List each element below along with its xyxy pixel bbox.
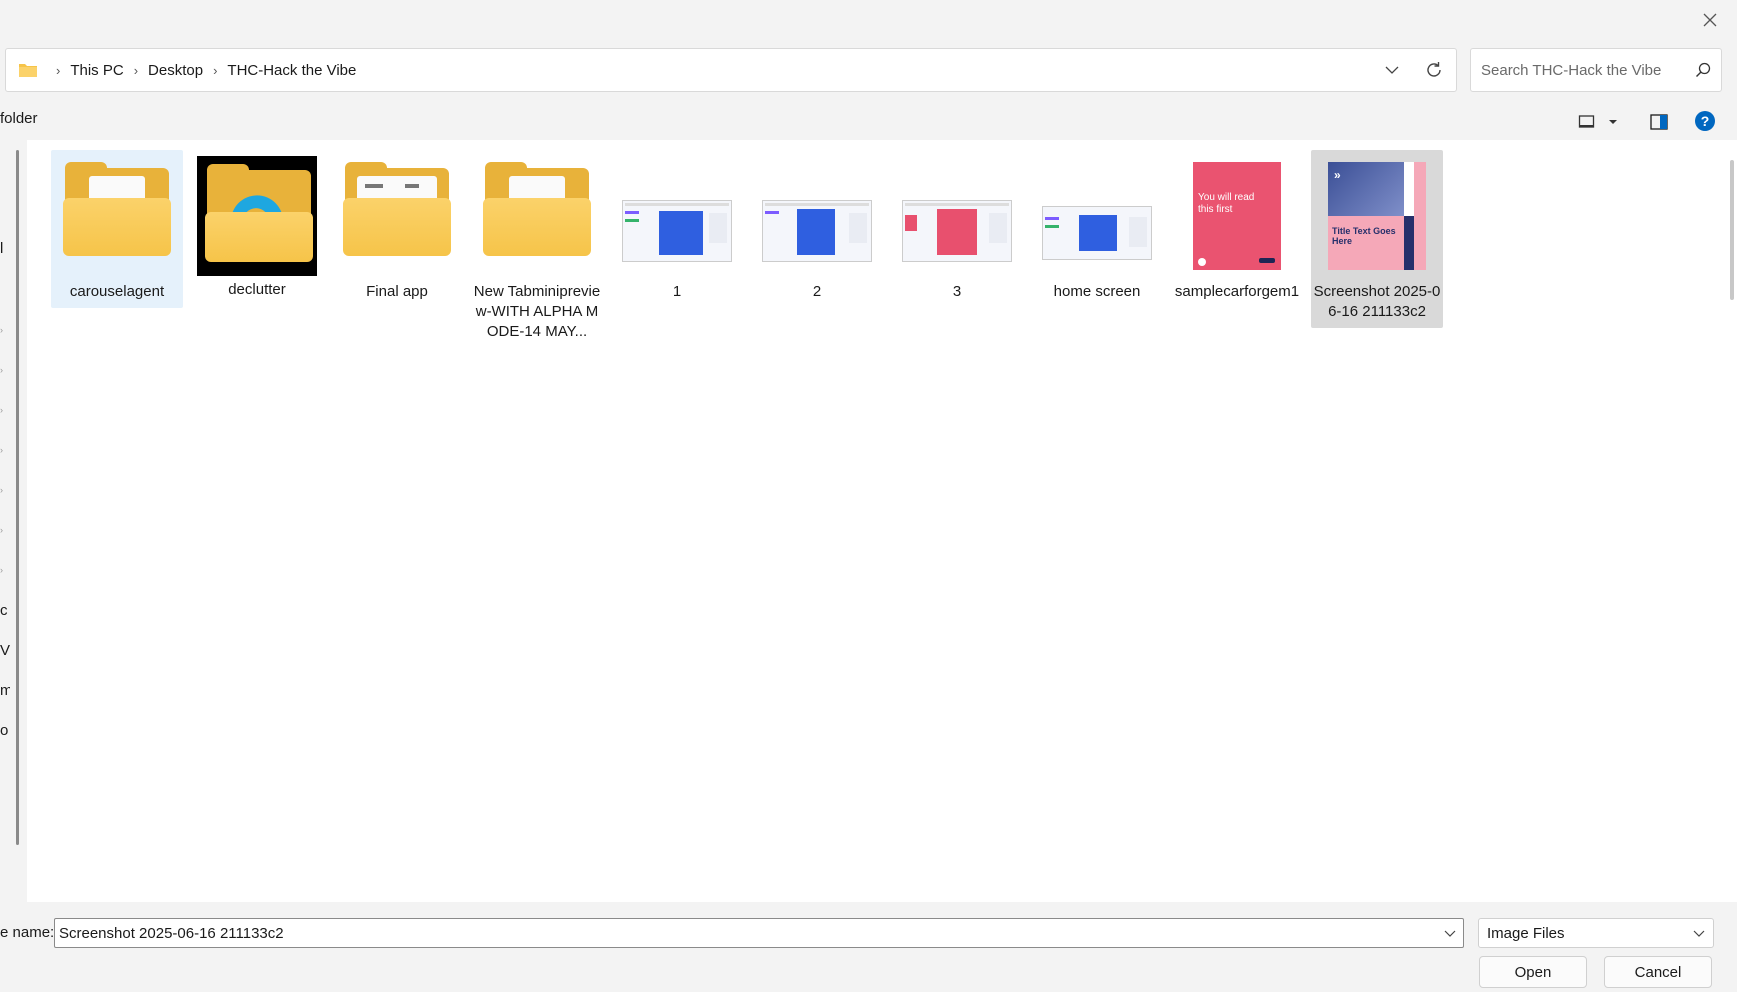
item-label: samplecarforgem1 [1174,283,1300,300]
close-icon [1703,13,1717,27]
item-label: declutter [228,281,286,298]
image-item-1[interactable]: 1 [611,150,743,308]
item-label: 1 [672,283,682,300]
chevron-down-icon [1693,930,1705,937]
image-item-2[interactable]: 2 [751,150,883,308]
nav-chevron-icon[interactable]: › [0,445,3,455]
folder-item-new-tabminipreview[interactable]: { } New Tabminipreview-WITH ALPHA MODE-1… [471,150,603,348]
file-type-value: Image Files [1487,924,1565,942]
close-button[interactable] [1690,6,1730,34]
image-item-samplecarforgem1[interactable]: You will read this first samplecarforgem… [1171,150,1303,308]
folder-item-declutter[interactable]: declutter [191,150,323,306]
address-history-dropdown[interactable] [1372,50,1412,90]
preview-pane-button[interactable] [1646,110,1672,134]
thumbnail-text: this first [1198,204,1233,215]
folder-icon [18,59,40,81]
address-bar[interactable]: › This PC › Desktop › THC-Hack the Vibe [5,48,1457,92]
help-icon: ? [1695,111,1715,131]
file-type-select[interactable]: Image Files [1478,918,1714,948]
new-folder-button[interactable]: folder [0,110,38,127]
view-icon [1578,115,1595,128]
file-name-input[interactable] [55,924,1437,942]
item-label: Screenshot 2025-06-16 211133c2 [1313,283,1441,320]
image-item-screenshot-2025-06-16[interactable]: Title Text Goes Here » Screenshot 2025-0… [1311,150,1443,328]
file-name-dropdown[interactable] [1437,919,1463,947]
thumbnail-text: You will read [1198,192,1255,203]
caret-down-icon [1609,120,1617,124]
chevron-right-icon: › [133,62,139,78]
chevron-right-icon: › [56,62,61,78]
content-scrollbar[interactable] [1730,160,1734,300]
item-label: Final app [366,283,428,300]
svg-text:?: ? [1701,113,1710,129]
item-label: carouselagent [69,283,165,300]
open-button[interactable]: Open [1479,956,1587,988]
chevron-down-icon [1444,930,1456,937]
image-item-home-screen[interactable]: home screen [1031,150,1163,308]
image-thumbnail [1035,154,1159,278]
file-name-field[interactable] [54,918,1464,948]
folder-item-carouselagent[interactable]: JS carouselagent [51,150,183,308]
image-item-3[interactable]: 3 [891,150,1023,308]
nav-chevron-icon[interactable]: › [0,485,3,495]
folder-icon [197,156,317,276]
nav-item[interactable]: m [0,682,10,699]
nav-item[interactable]: o [0,722,10,739]
refresh-icon [1427,62,1441,77]
image-thumbnail [755,154,879,278]
image-thumbnail: Title Text Goes Here » [1315,154,1439,278]
refresh-button[interactable] [1412,50,1456,90]
folder-icon: JS [55,154,179,278]
nav-chevron-icon[interactable]: › [0,405,3,415]
item-label: 2 [812,283,822,300]
item-label: 3 [952,283,962,300]
nav-scrollbar[interactable] [16,150,19,845]
item-label: home screen [1053,283,1141,300]
breadcrumb-desktop[interactable]: Desktop [144,62,207,79]
preview-pane-icon [1650,114,1668,130]
nav-chevron-icon[interactable]: › [0,565,3,575]
chevron-down-icon [1385,66,1399,74]
image-thumbnail [895,154,1019,278]
nav-item[interactable]: V [0,642,10,659]
nav-chevron-icon[interactable]: › [0,325,3,335]
folder-item-final-app[interactable]: Final app [331,150,463,308]
image-thumbnail [615,154,739,278]
view-options-button[interactable] [1578,110,1618,134]
nav-chevron-icon[interactable]: › [0,365,3,375]
thumbnail-text: Title Text Goes Here [1332,226,1396,246]
folder-icon [335,154,459,278]
nav-item[interactable]: c [0,602,10,619]
image-thumbnail: You will read this first [1175,154,1299,278]
breadcrumb-current-folder[interactable]: THC-Hack the Vibe [223,62,360,79]
chevron-right-icon: › [213,62,218,78]
item-label: New Tabminipreview-WITH ALPHA MODE-14 MA… [473,283,601,340]
breadcrumb-this-pc[interactable]: This PC [66,62,127,79]
cancel-button[interactable]: Cancel [1604,956,1712,988]
file-list[interactable]: JS carouselagent declutter Final app [27,140,1737,902]
file-name-label: e name: [0,924,55,941]
help-button[interactable]: ? [1694,110,1718,134]
nav-item[interactable]: l [0,240,10,257]
search-icon[interactable] [1685,50,1721,90]
nav-chevron-icon[interactable]: › [0,525,3,535]
folder-icon: { } [475,154,599,278]
navigation-pane[interactable]: l › › › › › › › c V m o [0,140,24,902]
search-input[interactable] [1471,61,1685,79]
search-box[interactable] [1470,48,1722,92]
